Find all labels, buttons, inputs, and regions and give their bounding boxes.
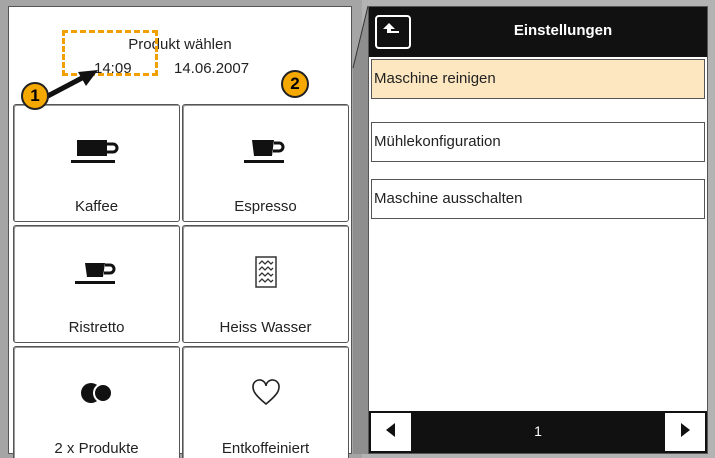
screen-title: Produkt wählen	[128, 36, 232, 53]
menu-item-maschine-reinigen[interactable]: Maschine reinigen	[371, 59, 705, 99]
pagination-bar: 1	[369, 411, 707, 453]
clock-date: 14.06.2007	[174, 60, 250, 77]
settings-screen: Einstellungen Maschine reinigen Mühlekon…	[368, 6, 708, 454]
triangle-right-icon	[680, 422, 690, 442]
product-tile-ristretto[interactable]: Ristretto	[13, 225, 180, 343]
back-arrow-icon	[383, 21, 403, 44]
menu-item-label: Maschine ausschalten	[374, 190, 523, 207]
callout-badge-1: 1	[21, 82, 49, 110]
heart-icon	[183, 373, 348, 413]
callout-badge-2: 2	[281, 70, 309, 98]
datetime-highlight-box	[62, 30, 158, 76]
product-tile-kaffee[interactable]: Kaffee	[13, 104, 180, 222]
menu-item-label: Mühlekonfiguration	[374, 133, 501, 150]
product-tile-entkoffeiniert[interactable]: Entkoffeiniert	[182, 346, 349, 458]
hot-water-icon	[183, 252, 348, 292]
settings-title: Einstellungen	[513, 22, 613, 39]
product-label: 2 x Produkte	[54, 440, 139, 457]
ristretto-cup-icon	[14, 252, 179, 292]
product-tile-espresso[interactable]: Espresso	[182, 104, 349, 222]
product-label: Heiss Wasser	[219, 319, 312, 336]
next-page-button[interactable]	[665, 413, 705, 451]
previous-page-button[interactable]	[371, 413, 411, 451]
settings-header: Einstellungen	[369, 7, 707, 57]
triangle-left-icon	[386, 422, 396, 442]
coffee-cup-large-icon	[14, 131, 179, 171]
menu-item-maschine-ausschalten[interactable]: Maschine ausschalten	[371, 179, 705, 219]
product-label: Ristretto	[68, 319, 125, 336]
product-label: Kaffee	[74, 198, 119, 215]
back-button[interactable]	[375, 15, 411, 49]
menu-item-label: Maschine reinigen	[374, 70, 496, 87]
product-tile-heiss-wasser[interactable]: Heiss Wasser	[182, 225, 349, 343]
product-label: Espresso	[234, 198, 297, 215]
espresso-cup-icon	[183, 131, 348, 171]
page-number: 1	[534, 423, 542, 439]
menu-item-muehlekonfiguration[interactable]: Mühlekonfiguration	[371, 122, 705, 162]
product-tile-2x-produkte[interactable]: 2 x Produkte	[13, 346, 180, 458]
double-product-icon	[14, 373, 179, 413]
product-label: Entkoffeiniert	[221, 440, 310, 457]
